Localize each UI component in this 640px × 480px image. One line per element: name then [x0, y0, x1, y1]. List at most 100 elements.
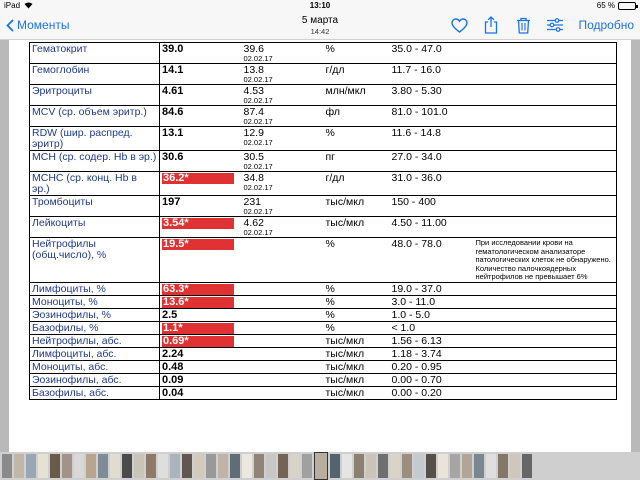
photo-thumbnail[interactable]: [122, 454, 132, 478]
test-name: MCHC (ср. конц. Hb в эр.): [29, 171, 160, 196]
comment: [475, 195, 617, 217]
test-name: Гемоглобин: [29, 63, 160, 85]
table-row: MCV (ср. объем эритр.) 84.6 87.4 02.02.17 фл…: [29, 105, 617, 127]
unit: г/дл: [323, 63, 390, 85]
photo-thumbnail[interactable]: [354, 454, 364, 478]
photo-thumbnail[interactable]: [242, 454, 252, 478]
photo-thumbnail[interactable]: [522, 454, 532, 478]
result-value: 84.6: [159, 105, 242, 127]
abnormal-flag: 19.5*: [162, 239, 234, 250]
result-value: 3.54*: [159, 216, 242, 238]
test-name: Лимфоциты, %: [29, 281, 160, 296]
result-text: 14.1: [162, 64, 184, 76]
photo-thumbnail[interactable]: [182, 454, 192, 478]
photo-thumbnail[interactable]: [414, 454, 424, 478]
reference-range: 1.56 - 6.13: [389, 333, 476, 348]
photo-thumbnail[interactable]: [462, 454, 472, 478]
battery-icon: [618, 1, 638, 10]
photo-thumbnail[interactable]: [230, 454, 240, 478]
photo-thumbnail[interactable]: [194, 454, 204, 478]
photo-thumbnail[interactable]: [290, 454, 300, 478]
abnormal-flag: 3.54*: [162, 218, 234, 229]
result-text: 13.1: [162, 127, 184, 139]
back-button[interactable]: Моменты: [6, 18, 69, 32]
test-name: Тромбоциты: [29, 195, 160, 217]
previous-date: 02.02.17: [243, 54, 273, 63]
thumbnail-strip[interactable]: [0, 452, 640, 480]
result-text: 30.6: [162, 151, 184, 163]
photo-thumbnail[interactable]: [330, 454, 340, 478]
photo-thumbnail[interactable]: [74, 454, 84, 478]
photo-thumbnail[interactable]: [50, 454, 60, 478]
reference-range: 150 - 400: [389, 195, 476, 217]
result-value: 0.09: [159, 372, 242, 387]
photo-thumbnail[interactable]: [342, 454, 352, 478]
reference-range: 48.0 - 78.0: [389, 237, 476, 283]
previous-result: [241, 359, 324, 374]
comment: [475, 63, 617, 85]
reference-range: 1.18 - 3.74: [389, 346, 476, 361]
result-value: 4.61: [159, 84, 242, 106]
photo-thumbnail[interactable]: [278, 454, 288, 478]
photo-thumbnail[interactable]: [170, 454, 180, 478]
comment: [475, 359, 617, 374]
document-view[interactable]: Гематокрит 39.0 39.6 02.02.17% 35.0 - 47.0 Ге…: [0, 40, 640, 452]
photo-thumbnail[interactable]: [86, 454, 96, 478]
test-name: RDW (шир. распред. эритр): [29, 126, 160, 151]
previous-result: [241, 320, 324, 335]
reference-range: 3.0 - 11.0: [389, 294, 476, 309]
previous-date: 02.02.17: [243, 117, 273, 126]
table-row: Нейтрофилы, абс. 0.69* тыс/мкл 1.56 - 6.13: [29, 333, 617, 348]
photo-thumbnail[interactable]: [158, 454, 168, 478]
result-text: 2.24: [162, 347, 184, 360]
reference-range: 35.0 - 47.0: [389, 42, 476, 64]
status-time: 13:10: [309, 1, 331, 10]
abnormal-flag: 13.6*: [162, 296, 234, 308]
result-text: 84.6: [162, 106, 184, 118]
photo-thumbnail[interactable]: [378, 454, 388, 478]
photo-thumbnail[interactable]: [62, 454, 72, 478]
previous-result: [241, 333, 324, 348]
heart-icon[interactable]: [450, 16, 468, 34]
photo-thumbnail[interactable]: [498, 454, 508, 478]
photo-thumbnail[interactable]: [426, 454, 436, 478]
comment: При исследовании крови на гематологическ…: [475, 237, 617, 283]
trash-icon[interactable]: [514, 16, 532, 34]
photo-thumbnail[interactable]: [206, 454, 216, 478]
photo-thumbnail[interactable]: [510, 454, 520, 478]
photo-thumbnail[interactable]: [366, 454, 376, 478]
photo-thumbnail[interactable]: [314, 452, 328, 480]
photo-thumbnail[interactable]: [14, 454, 24, 478]
photo-thumbnail[interactable]: [218, 454, 228, 478]
photo-thumbnail[interactable]: [474, 454, 484, 478]
photo-thumbnail[interactable]: [26, 454, 36, 478]
table-row: Лимфоциты, % 63.3*% 19.0 - 37.0: [29, 281, 617, 296]
comment: [475, 126, 617, 151]
photo-thumbnail[interactable]: [486, 454, 496, 478]
photo-thumbnail[interactable]: [254, 454, 264, 478]
photo-thumbnail[interactable]: [450, 454, 460, 478]
photo-thumbnail[interactable]: [110, 454, 120, 478]
table-row: Моноциты, абс. 0.48 тыс/мкл 0.20 - 0.95: [29, 359, 617, 374]
detail-button[interactable]: Подробно: [578, 18, 634, 32]
photo-thumbnail[interactable]: [2, 454, 12, 478]
photo-thumbnail[interactable]: [390, 454, 400, 478]
reference-range: 3.80 - 5.30: [389, 84, 476, 106]
reference-range: 0.00 - 0.20: [389, 385, 476, 400]
previous-date: 02.02.17: [243, 183, 273, 192]
photo-thumbnail[interactable]: [266, 454, 276, 478]
photo-thumbnail[interactable]: [302, 454, 312, 478]
photo-thumbnail[interactable]: [98, 454, 108, 478]
photo-thumbnail[interactable]: [438, 454, 448, 478]
share-icon[interactable]: [482, 16, 500, 34]
photo-thumbnail[interactable]: [38, 454, 48, 478]
photo-thumbnail[interactable]: [402, 454, 412, 478]
photo-thumbnail[interactable]: [134, 454, 144, 478]
unit: %: [323, 320, 390, 335]
test-name: Моноциты, %: [29, 294, 160, 309]
photo-thumbnail[interactable]: [146, 454, 156, 478]
unit: г/дл: [323, 171, 390, 196]
sliders-icon[interactable]: [546, 16, 564, 34]
previous-date: 02.02.17: [243, 75, 273, 84]
reference-range: 1.0 - 5.0: [389, 307, 476, 322]
